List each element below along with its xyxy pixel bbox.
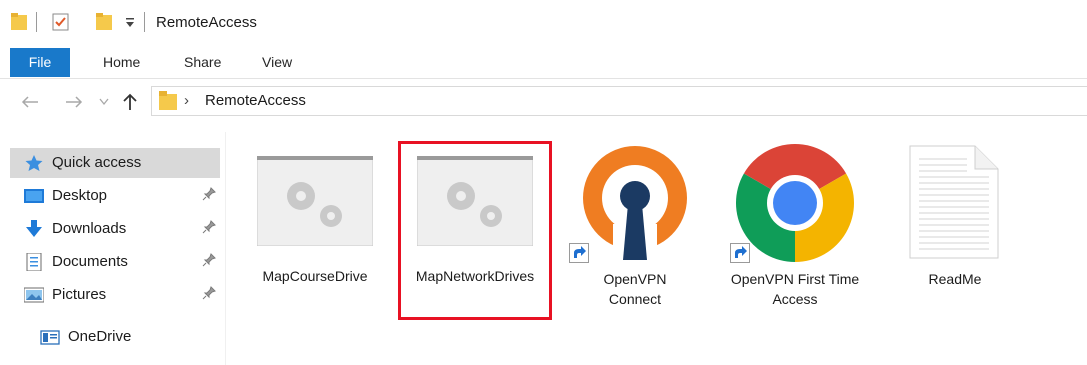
nav-label: Pictures: [52, 286, 107, 303]
nav-label: Documents: [52, 253, 128, 270]
breadcrumb-separator-icon[interactable]: ›: [184, 92, 189, 109]
file-item-readme[interactable]: ReadMe: [880, 140, 1030, 320]
chrome-icon: [735, 144, 855, 262]
new-folder-icon[interactable]: [96, 13, 112, 31]
star-icon: [25, 155, 43, 171]
window-title: RemoteAccess: [156, 14, 257, 31]
folder-icon: [11, 13, 27, 30]
file-name: ReadMe: [928, 271, 982, 287]
tab-home[interactable]: Home: [103, 48, 140, 77]
nav-item-downloads[interactable]: Downloads: [10, 214, 220, 244]
text-document-icon: [909, 145, 999, 259]
recent-locations-chevron-icon[interactable]: [99, 98, 109, 106]
forward-arrow-icon[interactable]: [64, 95, 84, 109]
nav-item-quick-access[interactable]: Quick access: [10, 148, 220, 178]
nav-item-desktop[interactable]: Desktop: [10, 181, 220, 211]
separator: [144, 12, 145, 32]
breadcrumb-remoteaccess[interactable]: RemoteAccess: [205, 92, 306, 109]
pin-icon[interactable]: [202, 253, 216, 267]
file-item-openvpn-first-time-access[interactable]: OpenVPN First Time Access: [720, 140, 870, 320]
properties-icon[interactable]: [52, 13, 69, 31]
pictures-icon: [24, 287, 44, 303]
navigation-pane: Quick access Desktop Downloads Documents: [0, 132, 226, 365]
separator: [36, 12, 37, 32]
tab-share[interactable]: Share: [184, 48, 221, 77]
back-arrow-icon[interactable]: [20, 95, 40, 109]
shortcut-arrow-icon: [569, 243, 589, 263]
desktop-icon: [24, 189, 44, 203]
file-item-mapcoursedrive[interactable]: MapCourseDrive: [240, 150, 390, 320]
nav-label: Desktop: [52, 187, 108, 204]
shortcut-arrow-icon: [730, 243, 750, 263]
file-name: OpenVPN First Time Access: [730, 271, 860, 307]
file-name: OpenVPN Connect: [603, 271, 667, 307]
nav-item-onedrive[interactable]: OneDrive: [10, 322, 220, 352]
up-arrow-icon[interactable]: [123, 93, 137, 111]
documents-icon: [26, 253, 42, 271]
customize-quick-access-icon[interactable]: [125, 18, 135, 28]
file-name: MapCourseDrive: [262, 268, 368, 284]
pin-icon[interactable]: [202, 286, 216, 300]
pin-icon[interactable]: [202, 220, 216, 234]
pin-icon[interactable]: [202, 187, 216, 201]
file-name: MapNetworkDrives: [415, 268, 535, 284]
nav-label: OneDrive: [68, 328, 132, 345]
application-icon: [417, 156, 533, 246]
ribbon-tabs: File Home Share View: [0, 48, 1087, 79]
tab-file[interactable]: File: [10, 48, 70, 77]
openvpn-icon: [583, 146, 687, 264]
application-icon: [257, 156, 373, 246]
file-item-mapnetworkdrives[interactable]: MapNetworkDrives: [400, 150, 550, 320]
download-arrow-icon: [26, 220, 42, 237]
folder-icon: [159, 91, 177, 110]
nav-label: Downloads: [52, 220, 127, 237]
tab-view[interactable]: View: [262, 48, 292, 77]
title-bar: RemoteAccess: [0, 0, 1087, 44]
nav-label: Quick access: [52, 154, 142, 171]
nav-item-documents[interactable]: Documents: [10, 247, 220, 277]
onedrive-icon: [40, 330, 60, 345]
nav-item-pictures[interactable]: Pictures: [10, 280, 220, 310]
file-item-openvpn-connect[interactable]: OpenVPN Connect: [560, 140, 710, 320]
